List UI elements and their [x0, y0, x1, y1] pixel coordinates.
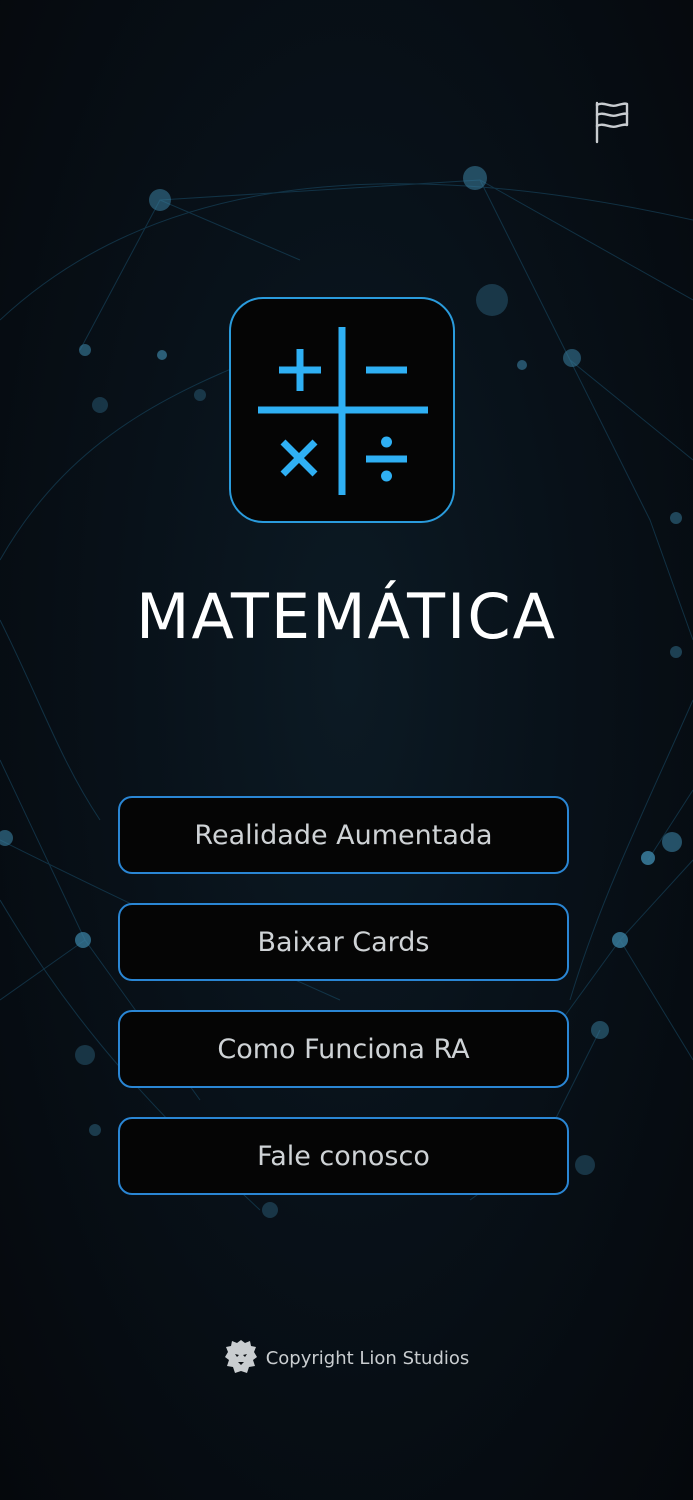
copyright-text: Copyright Lion Studios — [265, 1347, 470, 1369]
download-cards-button[interactable]: Baixar Cards — [118, 903, 569, 981]
network-background — [0, 166, 693, 1218]
app-title: MATEMÁTICA — [135, 580, 558, 653]
augmented-reality-button[interactable]: Realidade Aumentada — [118, 796, 569, 874]
flag-icon — [595, 101, 629, 144]
math-operators-icon — [258, 327, 428, 495]
contact-us-button[interactable]: Fale conosco — [118, 1117, 569, 1195]
footer: Copyright Lion Studios — [0, 1338, 693, 1378]
main-menu: Realidade Aumentada Baixar Cards Como Fu… — [118, 796, 569, 1224]
language-flag-button[interactable] — [590, 98, 634, 146]
app-logo — [229, 297, 455, 523]
how-ar-works-button[interactable]: Como Funciona RA — [118, 1010, 569, 1088]
lion-logo-icon — [224, 1340, 257, 1373]
